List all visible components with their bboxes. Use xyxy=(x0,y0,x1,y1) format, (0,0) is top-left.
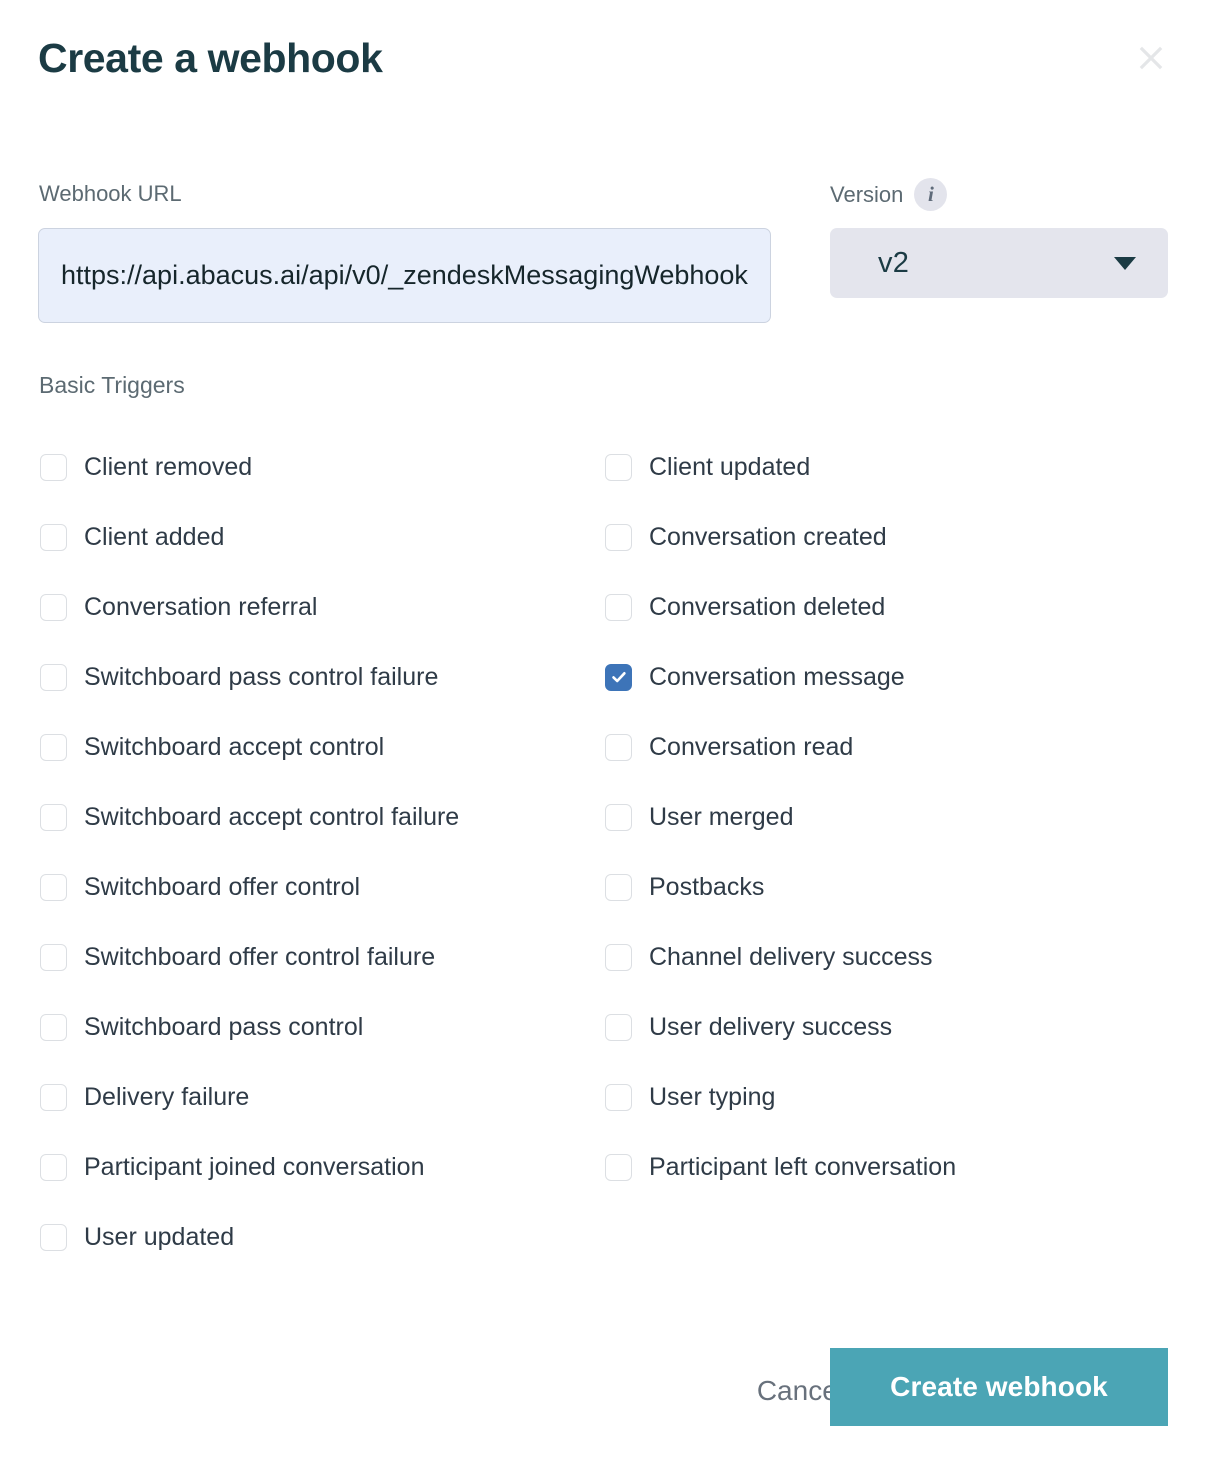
trigger-row[interactable]: Client added xyxy=(40,502,580,572)
trigger-row[interactable]: Participant left conversation xyxy=(605,1132,1165,1202)
trigger-row[interactable]: Switchboard offer control xyxy=(40,852,580,922)
checkbox-unchecked[interactable] xyxy=(605,944,632,971)
trigger-row[interactable]: Switchboard pass control xyxy=(40,992,580,1062)
checkbox-unchecked[interactable] xyxy=(40,1084,67,1111)
trigger-row[interactable]: Conversation message xyxy=(605,642,1165,712)
trigger-label: Conversation read xyxy=(649,732,853,762)
checkbox-unchecked[interactable] xyxy=(40,664,67,691)
webhook-url-label: Webhook URL xyxy=(39,180,182,208)
trigger-label: Switchboard offer control xyxy=(84,872,360,902)
trigger-column-left: Client removed Client added Conversation r… xyxy=(40,432,580,1272)
trigger-row[interactable]: User merged xyxy=(605,782,1165,852)
trigger-label: Postbacks xyxy=(649,872,764,902)
dialog-header: Create a webhook xyxy=(0,0,1222,120)
trigger-label: Conversation message xyxy=(649,662,905,692)
checkbox-checked[interactable] xyxy=(605,664,632,691)
trigger-row[interactable]: Switchboard accept control failure xyxy=(40,782,580,852)
version-selected-value: v2 xyxy=(878,247,909,280)
create-webhook-button[interactable]: Create webhook xyxy=(830,1348,1168,1426)
checkbox-unchecked[interactable] xyxy=(40,734,67,761)
trigger-label: Conversation referral xyxy=(84,592,317,622)
webhook-url-input[interactable] xyxy=(38,228,771,323)
chevron-down-icon xyxy=(1114,257,1136,270)
close-button[interactable] xyxy=(1130,37,1172,79)
trigger-label: Client removed xyxy=(84,452,252,482)
trigger-row[interactable]: Switchboard pass control failure xyxy=(40,642,580,712)
trigger-label: Conversation created xyxy=(649,522,887,552)
trigger-label: User typing xyxy=(649,1082,775,1112)
trigger-row[interactable]: Delivery failure xyxy=(40,1062,580,1132)
page-title: Create a webhook xyxy=(38,30,382,86)
trigger-label: Switchboard accept control xyxy=(84,732,384,762)
checkbox-unchecked[interactable] xyxy=(40,454,67,481)
trigger-row[interactable]: Client removed xyxy=(40,432,580,502)
trigger-label: Switchboard accept control failure xyxy=(84,802,459,832)
trigger-label: User updated xyxy=(84,1222,234,1252)
close-icon xyxy=(1136,43,1166,73)
checkbox-unchecked[interactable] xyxy=(605,804,632,831)
trigger-column-right: Client updated Conversation created Conver… xyxy=(605,432,1165,1202)
trigger-label: Client updated xyxy=(649,452,810,482)
version-label: Version xyxy=(830,181,903,209)
checkbox-unchecked[interactable] xyxy=(605,1084,632,1111)
checkbox-unchecked[interactable] xyxy=(605,594,632,621)
checkbox-unchecked[interactable] xyxy=(40,1014,67,1041)
checkbox-unchecked[interactable] xyxy=(40,594,67,621)
checkbox-unchecked[interactable] xyxy=(40,804,67,831)
trigger-label: Participant left conversation xyxy=(649,1152,956,1182)
checkbox-unchecked[interactable] xyxy=(40,874,67,901)
trigger-row[interactable]: Switchboard offer control failure xyxy=(40,922,580,992)
trigger-label: Switchboard offer control failure xyxy=(84,942,435,972)
dialog-footer: Cancel Create webhook xyxy=(0,1348,1222,1428)
trigger-row[interactable]: Participant joined conversation xyxy=(40,1132,580,1202)
trigger-label: Client added xyxy=(84,522,224,552)
version-label-group: Version i xyxy=(830,178,947,211)
trigger-row[interactable]: User delivery success xyxy=(605,992,1165,1062)
info-icon[interactable]: i xyxy=(914,178,947,211)
basic-triggers-heading: Basic Triggers xyxy=(39,370,185,400)
checkbox-unchecked[interactable] xyxy=(605,874,632,901)
trigger-row[interactable]: Client updated xyxy=(605,432,1165,502)
trigger-row[interactable]: User typing xyxy=(605,1062,1165,1132)
version-select[interactable]: v2 xyxy=(830,228,1168,298)
checkbox-unchecked[interactable] xyxy=(605,1154,632,1181)
trigger-row[interactable]: Switchboard accept control xyxy=(40,712,580,782)
trigger-label: Delivery failure xyxy=(84,1082,249,1112)
checkbox-unchecked[interactable] xyxy=(40,1224,67,1251)
trigger-label: User delivery success xyxy=(649,1012,892,1042)
trigger-row[interactable]: Postbacks xyxy=(605,852,1165,922)
trigger-row[interactable]: Channel delivery success xyxy=(605,922,1165,992)
checkbox-unchecked[interactable] xyxy=(605,1014,632,1041)
trigger-label: Channel delivery success xyxy=(649,942,932,972)
checkbox-unchecked[interactable] xyxy=(605,454,632,481)
trigger-row[interactable]: Conversation created xyxy=(605,502,1165,572)
trigger-label: User merged xyxy=(649,802,794,832)
trigger-label: Switchboard pass control failure xyxy=(84,662,438,692)
trigger-row[interactable]: Conversation deleted xyxy=(605,572,1165,642)
trigger-row[interactable]: Conversation read xyxy=(605,712,1165,782)
checkbox-unchecked[interactable] xyxy=(40,524,67,551)
trigger-label: Conversation deleted xyxy=(649,592,885,622)
checkbox-unchecked[interactable] xyxy=(40,944,67,971)
checkbox-unchecked[interactable] xyxy=(605,734,632,761)
trigger-label: Switchboard pass control xyxy=(84,1012,363,1042)
trigger-row[interactable]: Conversation referral xyxy=(40,572,580,642)
trigger-row[interactable]: User updated xyxy=(40,1202,580,1272)
checkbox-unchecked[interactable] xyxy=(605,524,632,551)
checkbox-unchecked[interactable] xyxy=(40,1154,67,1181)
trigger-label: Participant joined conversation xyxy=(84,1152,424,1182)
